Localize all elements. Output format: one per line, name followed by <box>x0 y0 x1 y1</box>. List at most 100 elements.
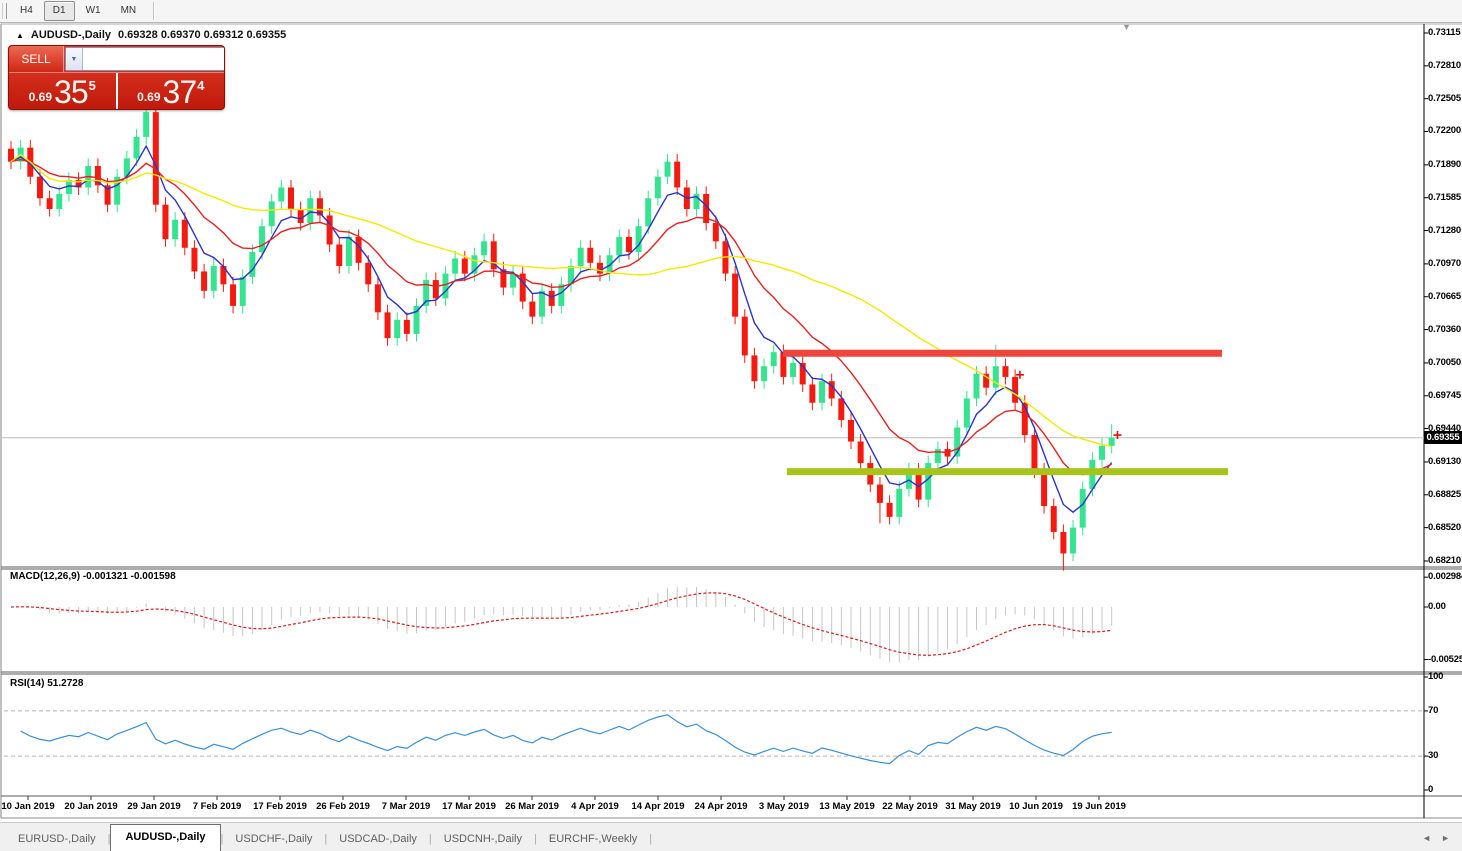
date-axis-label: 31 May 2019 <box>945 801 1001 812</box>
macd-signal-line <box>10 592 1112 656</box>
date-axis-label: 24 Apr 2019 <box>694 801 748 812</box>
macd-axis-label: 0.002984 <box>1428 571 1462 583</box>
date-axis-label: 13 May 2019 <box>819 801 875 812</box>
tab-separator: | <box>649 833 653 845</box>
price-axis-label: 0.71280 <box>1428 224 1461 236</box>
candle-body <box>596 262 603 274</box>
date-axis-label: 29 Jan 2019 <box>127 801 181 812</box>
chart-title-bar: ▲ AUDUSD-,Daily 0.69328 0.69370 0.69312 … <box>16 29 286 41</box>
candle-body <box>452 258 459 274</box>
price-axis-label: 0.69745 <box>1428 389 1461 401</box>
candle-body <box>654 176 661 199</box>
tab-eurchf-weekly[interactable]: EURCHF-,Weekly <box>537 828 649 851</box>
rsi-axis-label: 30 <box>1428 750 1439 762</box>
sell-price-pips: 35 <box>54 74 89 110</box>
date-axis-label: 10 Jan 2019 <box>1 801 55 812</box>
sell-button[interactable]: SELL <box>9 46 64 72</box>
candle-body <box>1060 531 1067 554</box>
price-axis-label: 0.71890 <box>1428 158 1461 170</box>
candle-body <box>481 241 488 256</box>
candle-body <box>539 290 546 317</box>
candle-body <box>461 258 468 274</box>
chart-ohlc-values: 0.69328 0.69370 0.69312 0.69355 <box>118 29 287 41</box>
date-axis-label: 14 Apr 2019 <box>631 801 685 812</box>
price-axis-label: 0.68520 <box>1428 521 1461 533</box>
candle-body <box>403 319 410 334</box>
price-axis-label: 0.70665 <box>1428 290 1461 302</box>
candle-body <box>259 226 266 253</box>
candle-body <box>876 484 883 503</box>
collapse-arrow-icon[interactable]: ▲ <box>16 31 24 40</box>
macd-pane-title: MACD(12,26,9) -0.001321 -0.001598 <box>10 571 176 582</box>
candle-body <box>162 204 169 240</box>
date-axis-label: 7 Mar 2019 <box>381 801 431 812</box>
support-line <box>787 468 1228 476</box>
tab-usdchf-daily[interactable]: USDCHF-,Daily <box>223 828 324 851</box>
tab-audusd-daily[interactable]: AUDUSD-,Daily <box>110 824 221 851</box>
candle-body <box>384 312 391 339</box>
sell-price-quote[interactable]: 0.69 35 5 <box>9 73 118 110</box>
candle-body <box>46 198 53 209</box>
panel-collapse-icon[interactable]: ▼ <box>1122 23 1131 32</box>
volume-decrease-button[interactable]: ▼ <box>66 48 83 70</box>
tab-scroll-right-icon[interactable]: ► <box>1441 834 1450 843</box>
rsi-pane-title: RSI(14) 51.2728 <box>10 678 84 689</box>
rsi-axis-label: 100 <box>1428 671 1444 682</box>
candle-body <box>278 187 285 202</box>
candle-body <box>674 161 681 188</box>
candle-body <box>761 366 768 382</box>
candle-body <box>326 215 333 245</box>
candle-body <box>1012 376 1019 403</box>
buy-price-quote[interactable]: 0.69 37 4 <box>118 73 225 109</box>
date-axis-label: 26 Feb 2019 <box>316 801 370 812</box>
candle-body <box>645 198 652 227</box>
candle-body <box>143 112 150 137</box>
date-axis-label: 19 Jun 2019 <box>1072 801 1126 812</box>
candle-body <box>809 384 816 403</box>
price-axis-label: 0.70360 <box>1428 323 1461 335</box>
tab-usdcnh-daily[interactable]: USDCNH-,Daily <box>432 828 534 851</box>
candle-body <box>249 252 256 277</box>
date-axis-label: 20 Jan 2019 <box>64 801 118 812</box>
candle-body <box>1070 527 1077 554</box>
tab-scroll-left-icon[interactable]: ◄ <box>1422 834 1431 843</box>
candle-body <box>201 271 208 291</box>
candle-body <box>625 236 632 253</box>
candle-body <box>172 219 179 240</box>
price-axis-label: 0.73115 <box>1428 27 1461 38</box>
candle-body <box>886 502 893 517</box>
chart-canvas[interactable] <box>0 0 1462 820</box>
candle-body <box>297 208 304 223</box>
price-axis-label: 0.71585 <box>1428 191 1461 203</box>
candle-body <box>529 301 536 317</box>
symbol-tabs: EURUSD-,Daily | AUDUSD-,Daily | USDCHF-,Dail… <box>0 823 652 851</box>
tab-usdcad-daily[interactable]: USDCAD-,Daily <box>327 828 429 851</box>
candle-body <box>664 161 671 177</box>
buy-price-point: 4 <box>197 78 205 93</box>
date-axis-label: 17 Feb 2019 <box>253 801 307 812</box>
macd-axis-label: 0.00 <box>1428 601 1446 612</box>
macd-axis-label: -0.005256 <box>1428 653 1462 665</box>
date-axis-label: 10 Jun 2019 <box>1009 801 1063 812</box>
volume-input[interactable] <box>83 48 224 70</box>
candle-body <box>973 373 980 399</box>
candle-body <box>432 280 439 299</box>
price-axis-label: 0.70970 <box>1428 257 1461 269</box>
price-axis-label: 0.72505 <box>1428 92 1461 104</box>
candle-body <box>230 284 237 306</box>
date-axis-label: 17 Mar 2019 <box>442 801 496 812</box>
one-click-trade-panel: SELL ▼ ▲ BUY 0.69 35 5 0.69 37 4 <box>8 45 225 110</box>
date-axis-label: 4 Apr 2019 <box>571 801 619 812</box>
date-axis-label: 26 Mar 2019 <box>505 801 559 812</box>
candle-body <box>1050 506 1057 532</box>
candle-body <box>1041 470 1048 507</box>
candle-body <box>36 176 43 199</box>
candle-body <box>770 352 777 367</box>
date-axis-label: 7 Feb 2019 <box>192 801 242 812</box>
candle-body <box>442 273 449 299</box>
candle-body <box>210 266 217 291</box>
candle-body <box>510 273 517 288</box>
candle-body <box>838 398 845 420</box>
candle-body <box>1031 435 1038 471</box>
tab-eurusd-daily[interactable]: EURUSD-,Daily <box>6 828 108 851</box>
